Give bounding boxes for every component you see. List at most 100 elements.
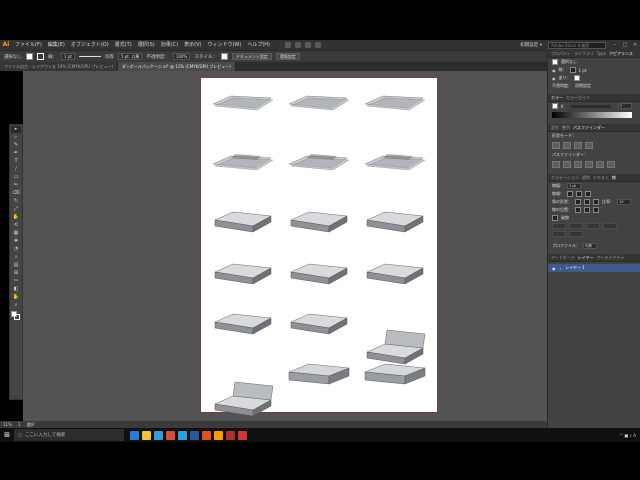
taskbar-app-icon[interactable] bbox=[226, 430, 235, 440]
menu-file[interactable]: ファイル(F) bbox=[12, 40, 45, 50]
box-illustration[interactable] bbox=[211, 308, 275, 338]
outline-icon[interactable] bbox=[596, 161, 604, 168]
fill-stroke-swatches[interactable] bbox=[11, 311, 21, 321]
tab-libraries[interactable]: ライブラリ bbox=[574, 51, 594, 57]
square-cap-icon[interactable] bbox=[585, 191, 591, 197]
color-spectrum[interactable] bbox=[552, 112, 632, 118]
tool-button[interactable]: T bbox=[11, 158, 21, 165]
tool-button[interactable]: ⤢ bbox=[11, 206, 21, 213]
taskbar-app-icon[interactable] bbox=[202, 430, 211, 440]
menu-effect[interactable]: 効果(C) bbox=[158, 40, 181, 50]
taskbar-search[interactable]: ○ ここに入力して検索 bbox=[14, 429, 124, 441]
profile-select[interactable]: 均等 bbox=[583, 243, 597, 249]
align-outside-icon[interactable] bbox=[593, 207, 599, 213]
stroke-swatch[interactable] bbox=[37, 53, 44, 60]
dash-field[interactable] bbox=[552, 223, 566, 229]
tab-color-guide[interactable]: カラーガイド bbox=[566, 95, 590, 101]
box-illustration[interactable] bbox=[363, 308, 427, 368]
color-fill-swatch[interactable] bbox=[552, 103, 558, 109]
stroke-weight-input[interactable]: 1 pt bbox=[567, 183, 581, 189]
box-illustration[interactable] bbox=[363, 258, 427, 288]
round-join-icon[interactable] bbox=[584, 199, 590, 205]
tab-transform[interactable]: 変形 bbox=[551, 125, 559, 131]
appearance-stroke-row[interactable]: ◉ 線： 1 pt bbox=[548, 66, 640, 74]
taskbar-app-icon[interactable] bbox=[178, 430, 187, 440]
stroke-profile-preview[interactable] bbox=[78, 56, 101, 57]
box-illustration[interactable] bbox=[363, 92, 427, 122]
tool-button[interactable]: ✋ bbox=[11, 294, 21, 301]
tool-button[interactable]: ✒ bbox=[11, 150, 21, 157]
box-illustration[interactable] bbox=[211, 360, 275, 420]
tool-button[interactable]: ◔ bbox=[11, 246, 21, 253]
box-illustration[interactable] bbox=[287, 206, 351, 236]
box-illustration[interactable] bbox=[211, 92, 275, 122]
menu-edit[interactable]: 編集(E) bbox=[45, 40, 68, 50]
miter-limit-input[interactable]: 10 bbox=[617, 199, 631, 205]
menu-type[interactable]: 書式(T) bbox=[112, 40, 135, 50]
tool-button[interactable]: ▸ bbox=[11, 126, 21, 133]
merge-icon[interactable] bbox=[574, 161, 582, 168]
minus-back-icon[interactable] bbox=[607, 161, 615, 168]
tool-button[interactable]: ▭ bbox=[11, 174, 21, 181]
gap-field[interactable] bbox=[569, 223, 583, 229]
artboard[interactable] bbox=[201, 78, 437, 417]
menu-view[interactable]: 表示(V) bbox=[181, 40, 204, 50]
tray-icons[interactable]: ^ ■ ♪ A bbox=[620, 433, 636, 438]
brush-field[interactable]: 5 pt. 丸筆 bbox=[117, 53, 143, 60]
box-illustration[interactable] bbox=[287, 308, 351, 338]
tool-button[interactable]: ↻ bbox=[11, 198, 21, 205]
zoom-level[interactable]: 11% bbox=[3, 422, 12, 427]
eye-icon[interactable]: ◉ bbox=[552, 266, 556, 271]
trim-icon[interactable] bbox=[563, 161, 571, 168]
menu-help[interactable]: ヘルプ(H) bbox=[244, 40, 273, 50]
tool-button[interactable]: ✋ bbox=[11, 214, 21, 221]
end-arrow-select[interactable] bbox=[569, 231, 583, 237]
box-illustration[interactable] bbox=[363, 152, 427, 182]
tab-typo[interactable]: Typo bbox=[597, 51, 606, 56]
tab-gradient[interactable]: グラデーション bbox=[551, 175, 579, 181]
tool-button[interactable]: ▦ bbox=[11, 230, 21, 237]
tool-button[interactable]: ⊞ bbox=[11, 270, 21, 277]
tool-button[interactable]: ✚ bbox=[11, 238, 21, 245]
expand-icon[interactable]: › bbox=[560, 266, 562, 271]
gpu-icon[interactable] bbox=[315, 42, 321, 48]
tab-appearance[interactable]: アピアランス bbox=[609, 51, 633, 57]
style-swatch[interactable] bbox=[220, 53, 228, 60]
bridge-icon[interactable] bbox=[285, 42, 291, 48]
tab-transparency[interactable]: 透明 bbox=[582, 175, 590, 181]
appearance-stroke-value[interactable]: 1 pt bbox=[579, 68, 587, 73]
tab-layers[interactable]: レイヤー bbox=[578, 255, 594, 261]
menu-window[interactable]: ウィンドウ(W) bbox=[204, 40, 244, 50]
workspace-switcher[interactable]: 初期設定 ▾ bbox=[520, 42, 542, 48]
close-button[interactable]: × bbox=[630, 42, 640, 48]
box-illustration[interactable] bbox=[211, 206, 275, 236]
align-inside-icon[interactable] bbox=[584, 207, 590, 213]
align-center-icon[interactable] bbox=[575, 207, 581, 213]
tab-document-1[interactable]: ファイル出力 - レイアウト＆ 19% (CMYK/GPU プレビュー) bbox=[0, 62, 118, 71]
tab-color[interactable]: カラー bbox=[551, 95, 563, 101]
k-value-field[interactable]: 0 bbox=[617, 103, 632, 109]
intersect-icon[interactable] bbox=[574, 142, 582, 149]
tab-document-2[interactable]: ダンボールパッケージ.ai* @ 11% (CMYK/GPU プレビュー) bbox=[117, 62, 236, 71]
tool-button[interactable]: ✏ bbox=[11, 182, 21, 189]
crop-icon[interactable] bbox=[585, 161, 593, 168]
taskbar-app-icon[interactable] bbox=[190, 430, 199, 440]
dash-field[interactable] bbox=[586, 223, 600, 229]
divide-icon[interactable] bbox=[552, 161, 560, 168]
artboard-number[interactable]: 1 bbox=[18, 422, 21, 427]
taskbar-app-icon[interactable] bbox=[130, 430, 139, 440]
tab-properties[interactable]: プロパティ bbox=[551, 51, 571, 57]
stroke-swatch[interactable] bbox=[14, 314, 20, 320]
k-slider[interactable] bbox=[570, 104, 611, 108]
tool-button[interactable]: ⌕ bbox=[11, 254, 21, 261]
box-illustration[interactable] bbox=[211, 152, 275, 182]
eye-icon[interactable]: ◉ bbox=[552, 76, 556, 81]
minimize-button[interactable]: – bbox=[610, 42, 620, 48]
box-illustration[interactable] bbox=[363, 206, 427, 236]
appearance-fill-row[interactable]: ◉ 塗り： bbox=[548, 74, 640, 82]
layer-row[interactable]: ◉ › レイヤー 1 bbox=[548, 264, 640, 272]
menu-object[interactable]: オブジェクト(O) bbox=[68, 40, 112, 50]
tab-artboards[interactable]: アートボード bbox=[551, 255, 575, 261]
stock-search-input[interactable]: Adobe Stock を検索 bbox=[548, 41, 606, 49]
box-illustration[interactable] bbox=[211, 258, 275, 288]
